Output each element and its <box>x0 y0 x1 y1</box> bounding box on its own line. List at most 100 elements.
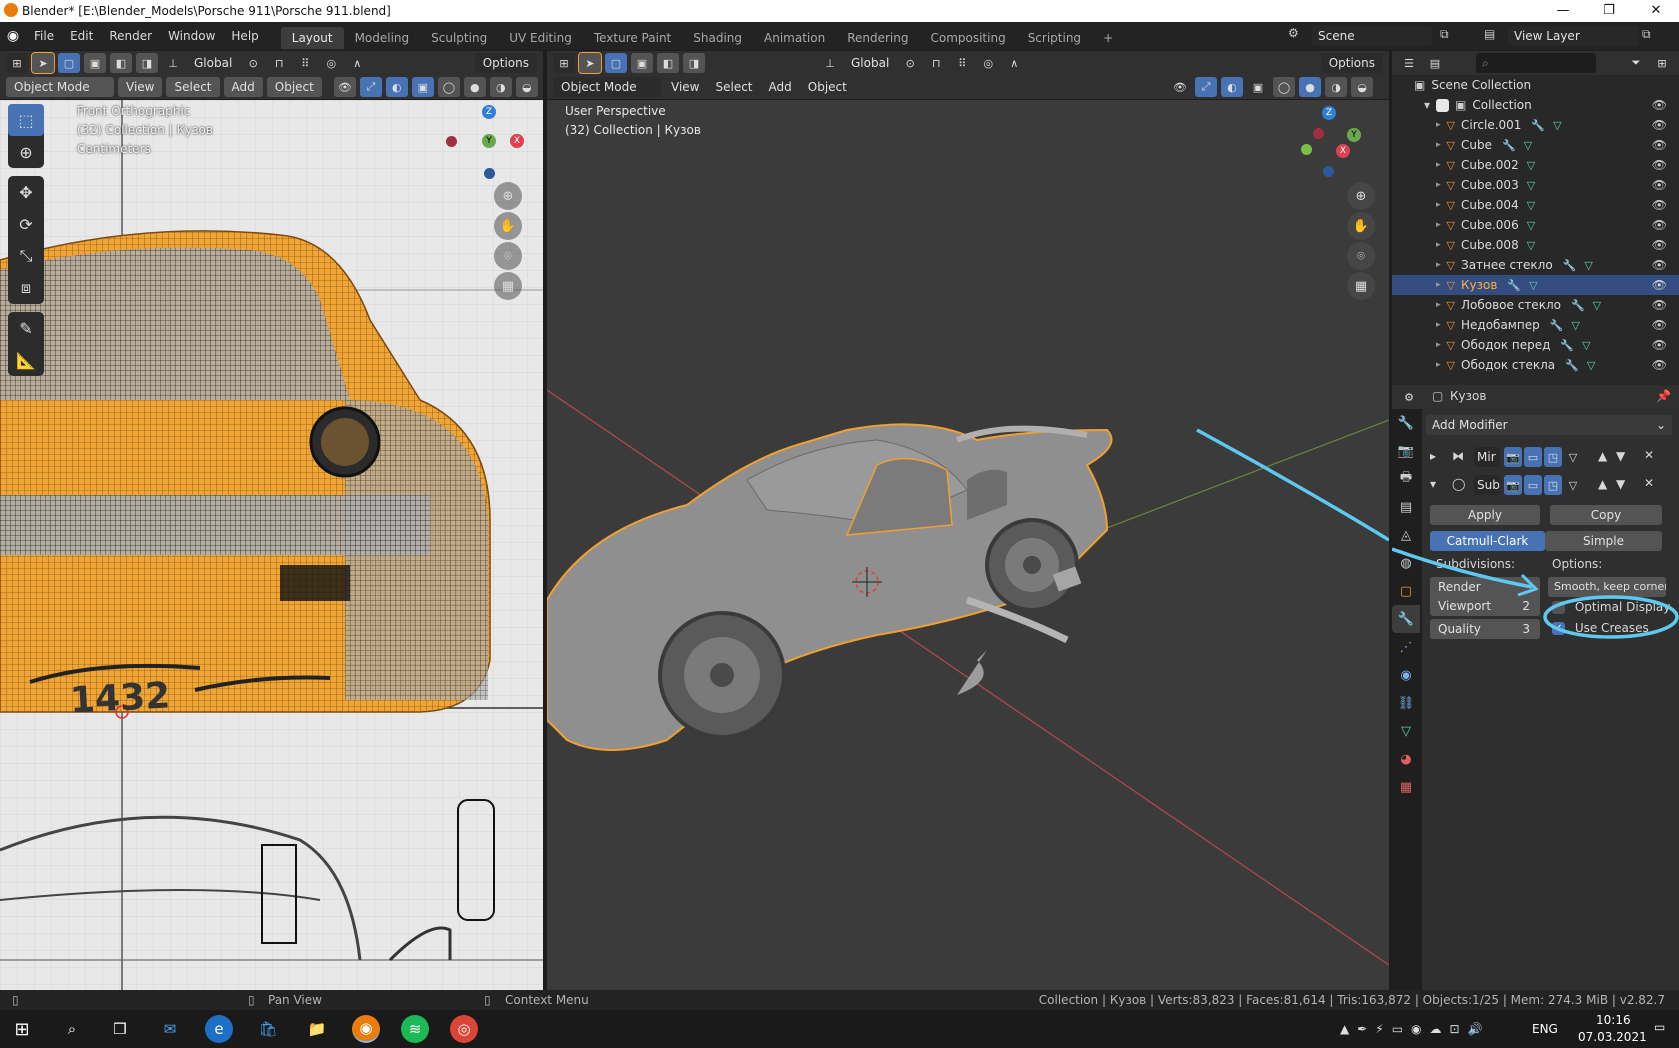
windows-start-icon[interactable]: ⊞ <box>8 1015 36 1043</box>
scene-tab-icon[interactable]: ◬ <box>1392 521 1420 549</box>
remove-modifier-icon[interactable]: ✕ <box>1644 476 1654 490</box>
axis-y-icon[interactable]: Y <box>482 134 496 148</box>
xray-icon[interactable]: ▣ <box>411 77 434 97</box>
menu-view[interactable]: View <box>118 77 163 97</box>
falloff-icon[interactable]: ∧ <box>1003 53 1025 73</box>
menu-window[interactable]: Window <box>160 22 223 50</box>
visibility-eye-icon[interactable]: 👁 <box>1652 158 1667 172</box>
menu-select[interactable]: Select <box>709 80 758 94</box>
tab-animation[interactable]: Animation <box>753 27 836 49</box>
cage-toggle-icon[interactable]: ▽ <box>1564 447 1582 467</box>
catmull-clark-button[interactable]: Catmull-Clark <box>1430 531 1545 551</box>
outliner-item-row[interactable]: ▸ ▽ Cube 🔧 ▽ 👁 <box>1392 135 1679 155</box>
mesh-data-icon[interactable]: ▽ <box>1527 179 1535 192</box>
use-creases-checkbox[interactable]: ✓ Use Creases <box>1552 621 1649 635</box>
rendered-shading-icon[interactable]: ◒ <box>515 77 538 97</box>
mirror-name-field[interactable]: Mir <box>1474 447 1500 467</box>
modifier-tab-icon[interactable]: 🔧 <box>1392 605 1420 633</box>
expand-icon[interactable]: ▸ <box>1436 280 1441 290</box>
render-levels-field[interactable]: Render <box>1430 577 1540 597</box>
overlay-icon[interactable]: ◐ <box>385 77 408 97</box>
mesh-data-icon[interactable]: ▽ <box>1593 299 1601 312</box>
mesh-data-icon[interactable]: ▽ <box>1584 259 1592 272</box>
visibility-eye-icon[interactable]: 👁 <box>1652 298 1667 312</box>
view-layer-field[interactable]: View Layer <box>1508 26 1638 46</box>
transform-tool-icon[interactable]: ⧈ <box>8 272 44 304</box>
outliner-item-row[interactable]: ▸ ▽ Cube.008 ▽ 👁 <box>1392 235 1679 255</box>
expand-icon[interactable]: ▸ <box>1436 120 1441 130</box>
modifier-wrench-icon[interactable]: 🔧 <box>1571 299 1585 312</box>
editmode-toggle-icon[interactable]: ◳ <box>1544 475 1562 495</box>
modifier-wrench-icon[interactable]: 🔧 <box>1550 319 1564 332</box>
mesh-data-icon[interactable]: ▽ <box>1524 139 1532 152</box>
minimize-button[interactable]: — <box>1540 0 1586 22</box>
overlay-icon[interactable]: ◐ <box>1221 77 1243 97</box>
falloff-icon[interactable]: ∧ <box>346 53 368 73</box>
menu-add[interactable]: Add <box>223 77 263 97</box>
blender-menu-icon[interactable]: ◉ <box>0 28 26 44</box>
system-tray-icons[interactable]: ▲✒⚡▭◉☁⊡🔊 <box>1340 1022 1491 1036</box>
modifier-wrench-icon[interactable]: 🔧 <box>1565 359 1579 372</box>
clock-time[interactable]: 10:16 <box>1596 1013 1631 1027</box>
select-mode-subtract-icon[interactable]: ◧ <box>110 53 132 73</box>
select-mode-invert-icon[interactable]: ◨ <box>683 53 705 73</box>
collection-checkbox[interactable] <box>1436 98 1450 112</box>
mesh-data-icon[interactable]: ▽ <box>1571 319 1579 332</box>
collection-row[interactable]: ▾ ▣ Collection 👁 <box>1392 95 1679 115</box>
rendered-shading-icon[interactable]: ◒ <box>1351 77 1373 97</box>
options-dropdown[interactable]: Options <box>1320 53 1383 73</box>
axis-y-icon[interactable]: Y <box>1347 128 1361 142</box>
optimal-display-box[interactable] <box>1552 601 1565 614</box>
viewport-toggle-icon[interactable]: ▭ <box>1524 447 1542 467</box>
display-mode-icon[interactable]: ▤ <box>1424 53 1446 73</box>
view-layer-new-icon[interactable]: ⧉ <box>1642 27 1651 42</box>
use-creases-box[interactable]: ✓ <box>1552 622 1565 635</box>
visibility-eye-icon[interactable]: 👁 <box>1652 138 1667 152</box>
expand-icon[interactable]: ▾ <box>1424 98 1430 112</box>
editor-type-icon[interactable]: ⊞ <box>553 53 575 73</box>
mode-dropdown[interactable]: Object Mode <box>6 77 114 97</box>
right-viewport[interactable]: User Perspective (32) Collection | Кузов… <box>547 100 1389 990</box>
mesh-data-icon[interactable]: ▽ <box>1587 359 1595 372</box>
mesh-data-icon[interactable]: ▽ <box>1527 199 1535 212</box>
texture-tab-icon[interactable]: ▦ <box>1392 773 1420 801</box>
solid-shading-icon[interactable]: ● <box>463 77 486 97</box>
visibility-eye-icon[interactable]: 👁 <box>1652 118 1667 132</box>
render-toggle-icon[interactable]: 📷 <box>1504 475 1522 495</box>
particles-tab-icon[interactable]: ⋰ <box>1392 633 1420 661</box>
visibility-eye-icon[interactable]: 👁 <box>1652 98 1667 112</box>
view-layer-tab-icon[interactable]: ▤ <box>1392 493 1420 521</box>
quality-field[interactable]: Quality 3 <box>1430 619 1540 639</box>
file-explorer-icon[interactable]: 📁 <box>303 1015 331 1043</box>
snap-target-icon[interactable]: ⠿ <box>294 53 316 73</box>
modifier-wrench-icon[interactable]: 🔧 <box>1560 339 1574 352</box>
visibility-eye-icon[interactable]: 👁 <box>1652 278 1667 292</box>
proportional-icon[interactable]: ◎ <box>977 53 999 73</box>
outliner-item-row[interactable]: ▸ ▽ Лобовое стекло 🔧 ▽ 👁 <box>1392 295 1679 315</box>
visibility-eye-icon[interactable]: 👁 <box>1652 338 1667 352</box>
measure-tool-icon[interactable]: 📐 <box>8 344 44 376</box>
collapse-icon[interactable]: ▾ <box>1430 477 1436 491</box>
axis-z-icon[interactable]: Z <box>1322 106 1336 120</box>
move-up-icon[interactable]: ▲ <box>1598 477 1607 491</box>
axis-neg-z-icon[interactable] <box>484 168 495 179</box>
store-icon[interactable]: 🛍 <box>254 1015 282 1043</box>
menu-file[interactable]: File <box>26 22 62 50</box>
pan-hand-icon[interactable]: ✋ <box>494 212 522 240</box>
menu-help[interactable]: Help <box>223 22 266 50</box>
close-button[interactable]: ✕ <box>1633 0 1679 22</box>
menu-edit[interactable]: Edit <box>62 22 101 50</box>
modifier-wrench-icon[interactable]: 🔧 <box>1531 119 1545 132</box>
ortho-toggle-icon[interactable]: ▦ <box>494 272 522 300</box>
notifications-icon[interactable]: ▭ <box>1654 1020 1665 1034</box>
camera-view-icon[interactable]: ⌾ <box>494 242 522 270</box>
expand-icon[interactable]: ▸ <box>1436 360 1441 370</box>
scene-selector-icon[interactable]: ⚙ <box>1288 26 1299 40</box>
material-shading-icon[interactable]: ◑ <box>1325 77 1347 97</box>
zoom-icon[interactable]: ⊕ <box>494 182 522 210</box>
expand-icon[interactable]: ▸ <box>1436 240 1441 250</box>
ortho-toggle-icon[interactable]: ▦ <box>1347 272 1375 300</box>
new-collection-icon[interactable]: ⊞ <box>1651 53 1673 73</box>
snap-target-icon[interactable]: ⠿ <box>951 53 973 73</box>
blender-app-icon[interactable]: ◉ <box>352 1015 380 1043</box>
